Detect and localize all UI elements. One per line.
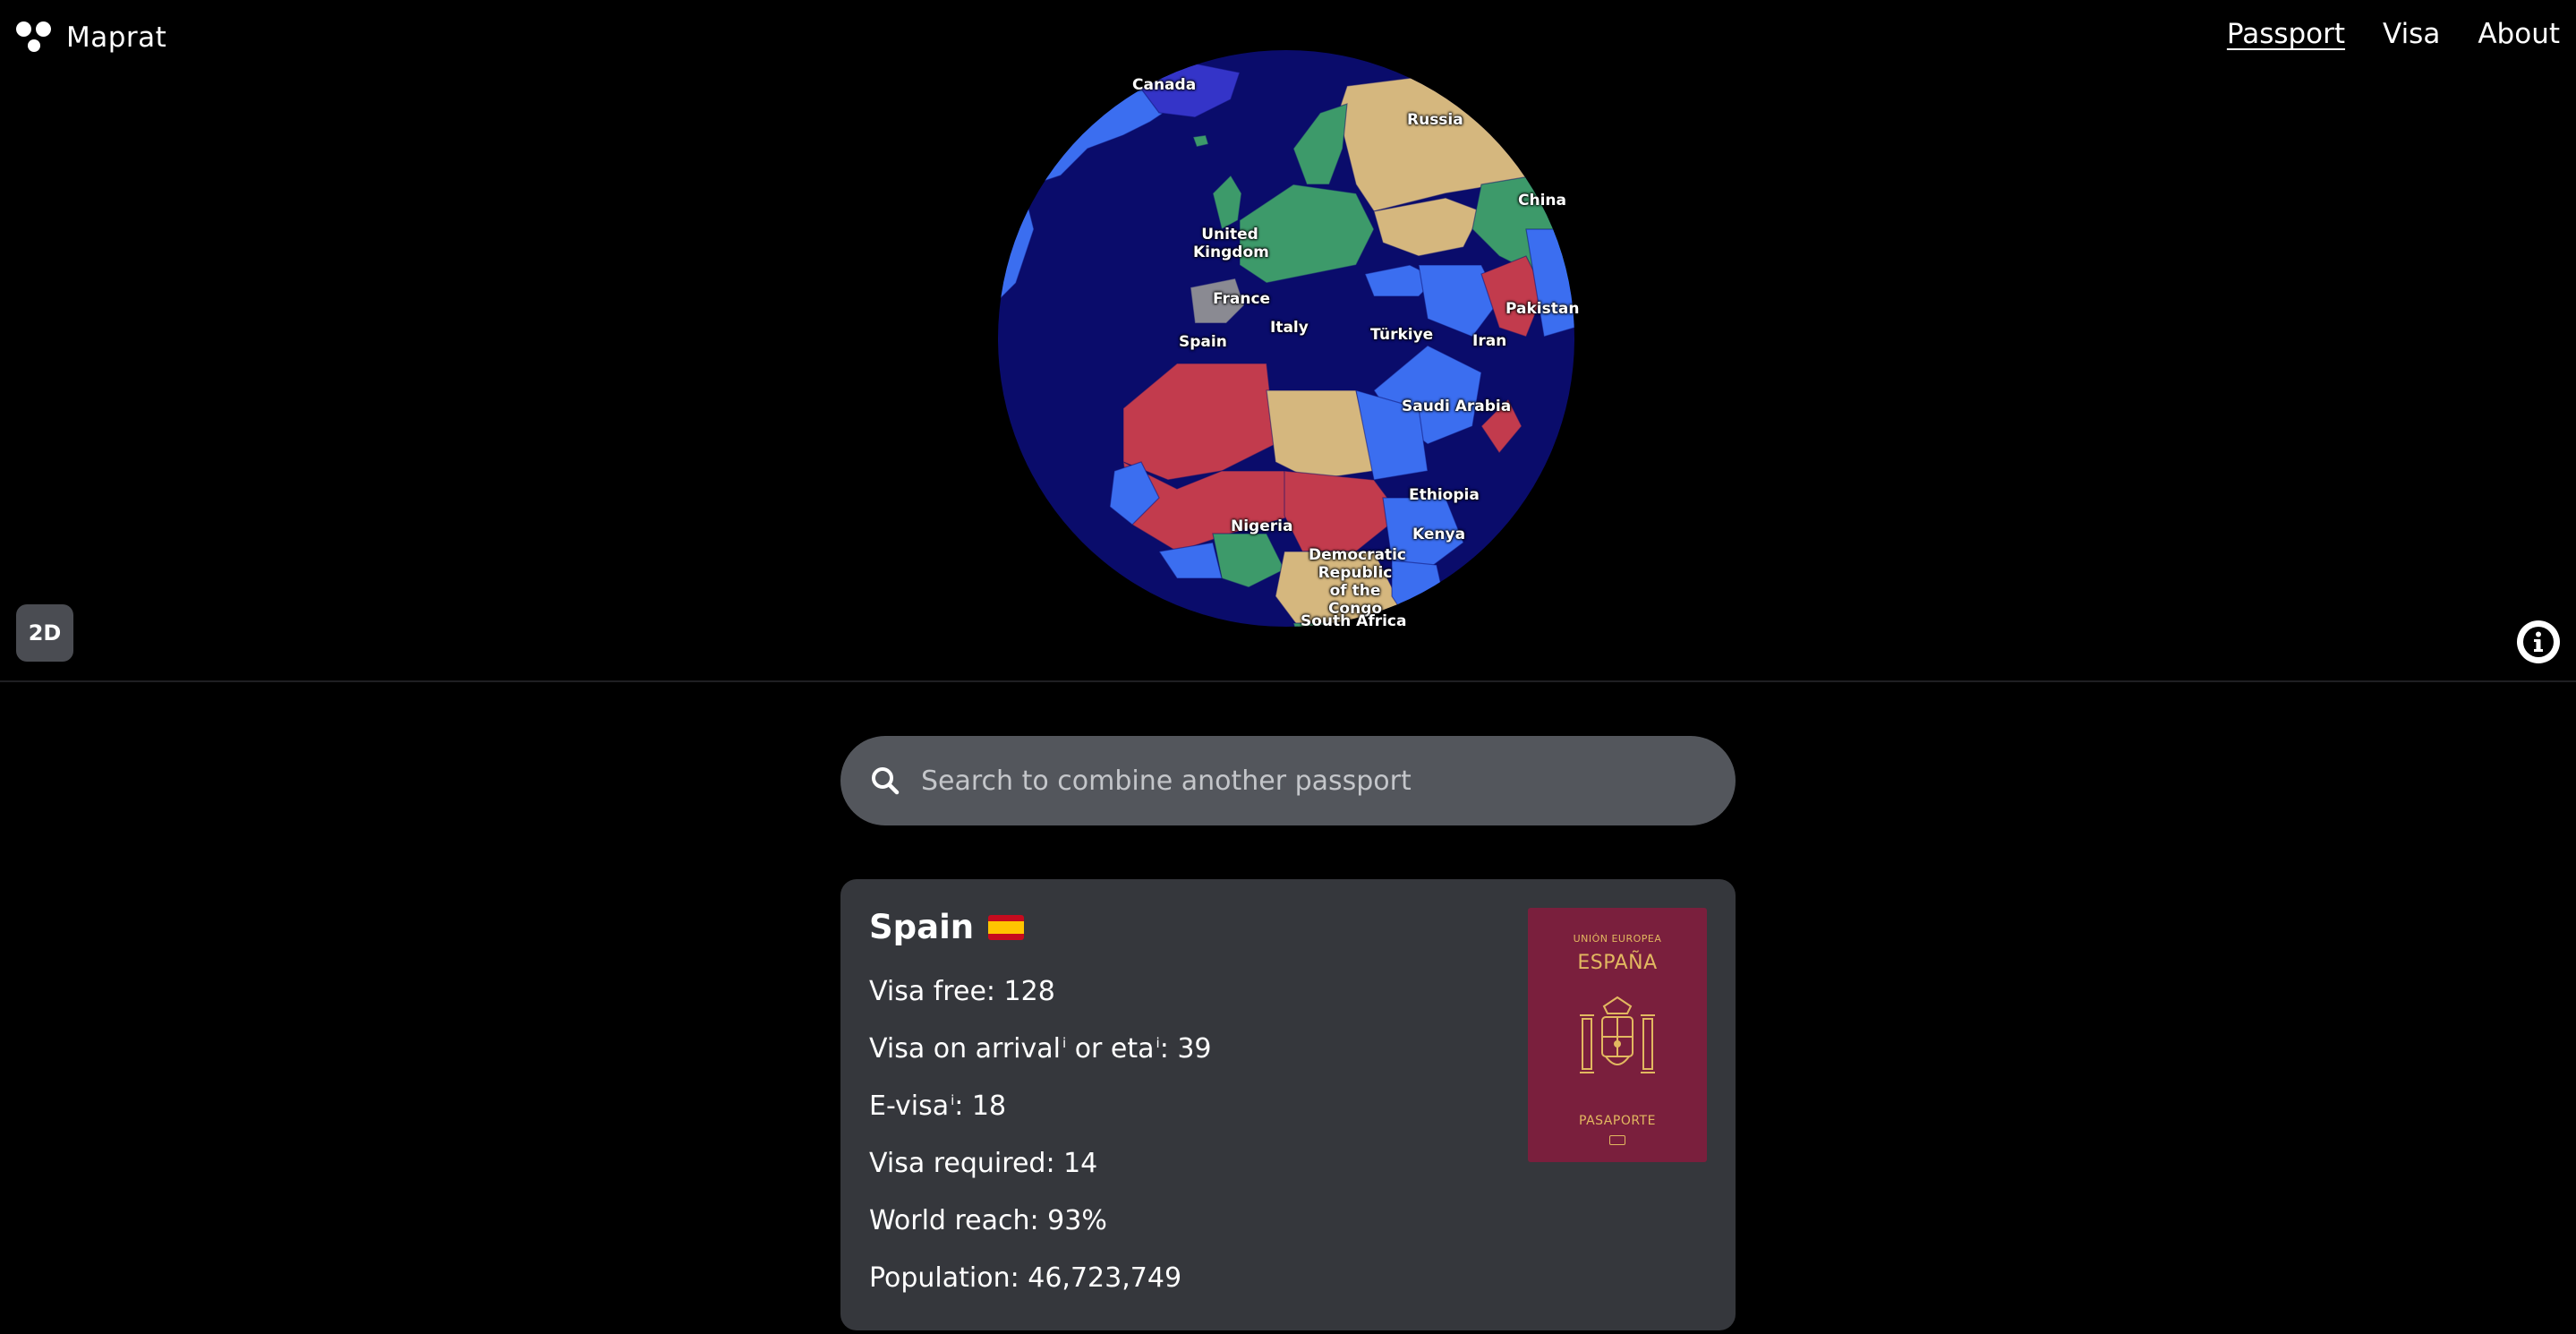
section-divider: [0, 680, 2576, 682]
passport-cover-top: UNIÓN EUROPEA: [1573, 933, 1662, 945]
map-label-china: China: [1518, 192, 1566, 210]
info-button[interactable]: [2517, 620, 2560, 663]
country-mongolia: [1525, 120, 1574, 185]
visa-on-arrival-value: : 39: [1159, 1033, 1212, 1065]
map-label-spain: Spain: [1179, 333, 1227, 351]
map-label-uk: United Kingdom: [1193, 226, 1269, 262]
map-label-saudi-arabia: Saudi Arabia: [1402, 398, 1512, 415]
passport-card: Spain Visa free: 128 Visa on arrival i or…: [840, 879, 1736, 1330]
map-label-ethiopia: Ethiopia: [1409, 486, 1480, 504]
passport-cover-image: UNIÓN EUROPEA ESPAÑA PASAPORTE: [1528, 908, 1707, 1162]
stat-world-reach: World reach: 93%: [869, 1205, 1107, 1236]
passport-title: Spain: [869, 908, 1025, 946]
map-label-drc: Democratic Republic of the Congo: [1309, 546, 1406, 619]
search-input[interactable]: [921, 765, 1691, 797]
spain-flag-icon: [988, 914, 1025, 940]
stat-population: Population: 46,723,749: [869, 1262, 1182, 1294]
passport-cover-country: ESPAÑA: [1577, 952, 1658, 974]
stat-visa-required: Visa required: 14: [869, 1148, 1098, 1179]
evisa-label: E-visa: [869, 1090, 950, 1122]
map-label-canada: Canada: [1132, 76, 1197, 94]
search-bar[interactable]: [840, 736, 1736, 825]
map-area: Canada Russia China United Kingdom Franc…: [0, 0, 2576, 680]
map-label-turkiye: Türkiye: [1370, 326, 1434, 344]
map-label-france: France: [1213, 290, 1271, 308]
search-icon: [872, 767, 900, 795]
evisa-value: : 18: [954, 1090, 1007, 1122]
passport-cover-bottom: PASAPORTE: [1579, 1114, 1656, 1128]
eta-label: or eta: [1066, 1033, 1155, 1065]
info-icon: [2523, 627, 2554, 657]
coat-of-arms-icon: [1580, 996, 1655, 1073]
stat-visa-free: Visa free: 128: [869, 976, 1055, 1007]
map-label-south-africa: South Africa: [1301, 612, 1407, 630]
map-label-nigeria: Nigeria: [1231, 517, 1293, 535]
visa-on-arrival-label: Visa on arrival: [869, 1033, 1061, 1065]
stat-visa-on-arrival: Visa on arrival i or eta i: 39: [869, 1033, 1212, 1065]
map-label-iran: Iran: [1472, 332, 1507, 350]
passport-country: Spain: [869, 908, 975, 946]
toggle-2d-button[interactable]: 2D: [16, 604, 73, 662]
stat-evisa: E-visa i: 18: [869, 1090, 1006, 1122]
map-label-pakistan: Pakistan: [1506, 300, 1580, 318]
map-label-italy: Italy: [1270, 319, 1309, 337]
map-label-russia: Russia: [1407, 111, 1463, 129]
map-label-kenya: Kenya: [1412, 526, 1466, 543]
biometric-chip-icon: [1609, 1135, 1625, 1145]
